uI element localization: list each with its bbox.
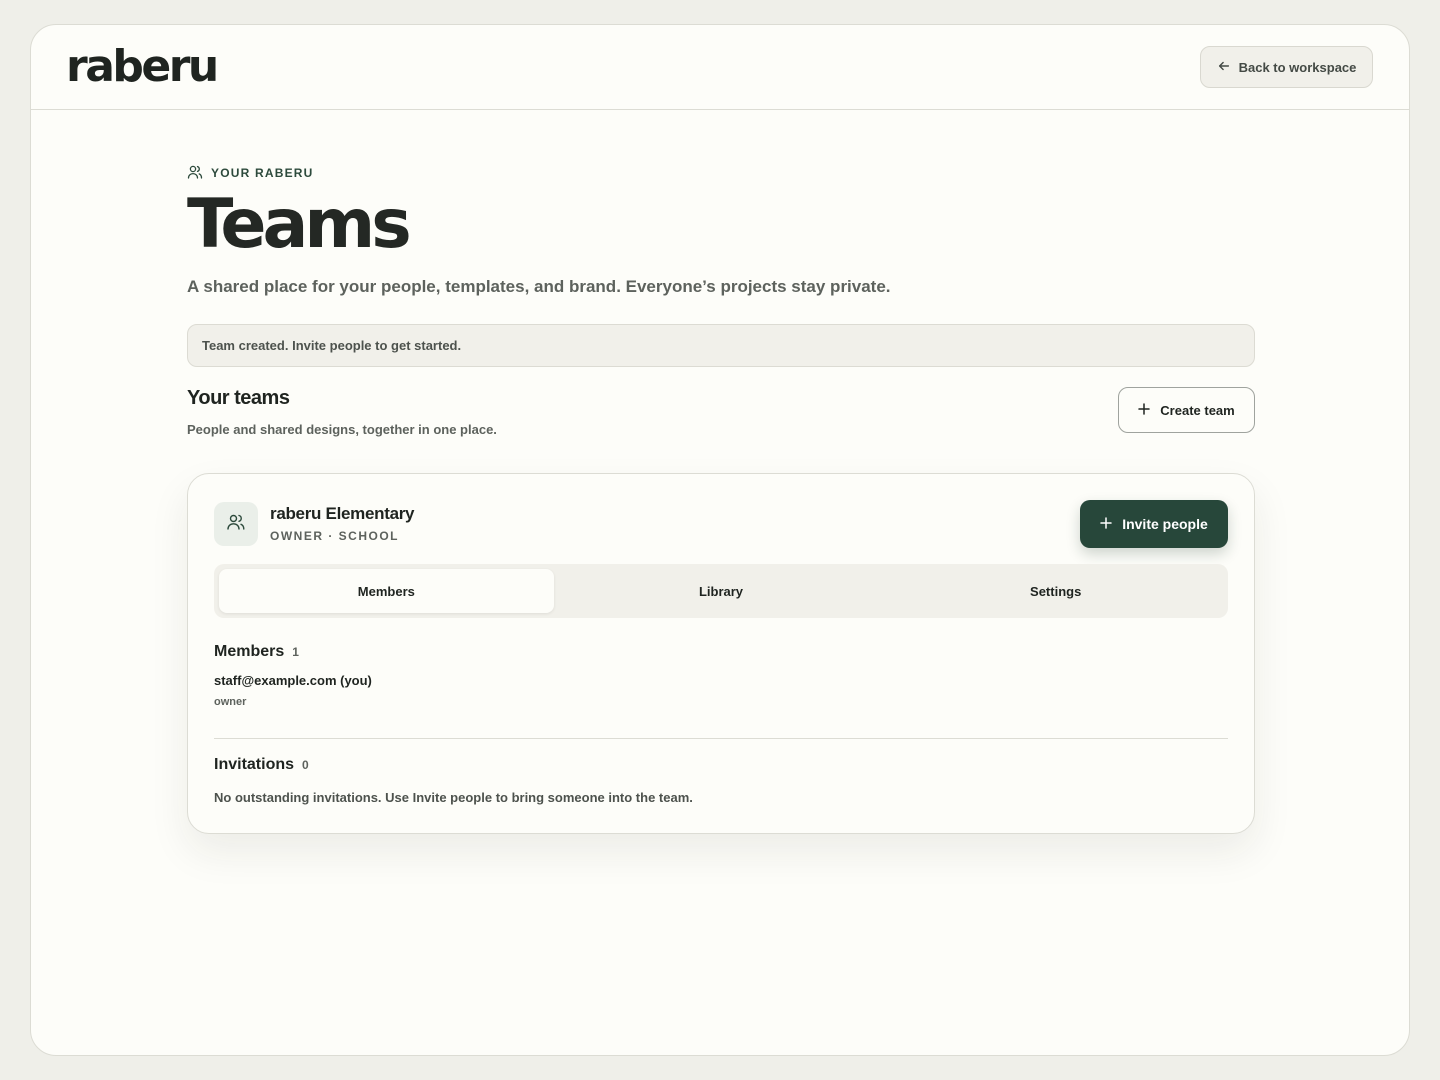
members-heading: Members 1 xyxy=(214,643,299,661)
tab-library[interactable]: Library xyxy=(554,569,889,613)
eyebrow-label: YOUR RABERU xyxy=(211,166,314,180)
invitations-count: 0 xyxy=(302,758,309,772)
top-bar: raberu Back to workspace xyxy=(31,25,1409,110)
invite-people-label: Invite people xyxy=(1122,516,1208,532)
create-team-label: Create team xyxy=(1160,402,1235,418)
team-name: raberu Elementary xyxy=(270,504,415,523)
member-email: staff@example.com (you) xyxy=(214,673,372,688)
status-notice: Team created. Invite people to get start… xyxy=(187,324,1255,367)
plus-icon xyxy=(1138,402,1151,418)
page-title: Teams xyxy=(187,185,412,264)
invitations-empty-text: No outstanding invitations. Use Invite p… xyxy=(214,790,693,805)
teams-section-title: Your teams xyxy=(187,387,290,409)
members-title: Members xyxy=(214,643,285,660)
teams-section-header: Your teams People and shared designs, to… xyxy=(187,387,1255,453)
tab-members[interactable]: Members xyxy=(219,569,554,613)
app-window: raberu Back to workspace YOUR RABERU Tea… xyxy=(30,24,1410,1056)
notice-text: Team created. Invite people to get start… xyxy=(202,338,462,353)
teams-section-subtitle: People and shared designs, together in o… xyxy=(187,422,497,437)
team-tabs: Members Library Settings xyxy=(214,564,1228,618)
member-role: owner xyxy=(214,696,247,708)
logo[interactable]: raberu xyxy=(66,41,219,92)
team-avatar xyxy=(214,502,258,546)
back-to-workspace-button[interactable]: Back to workspace xyxy=(1200,46,1373,88)
main-content: YOUR RABERU Teams A shared place for you… xyxy=(187,165,1255,834)
page-eyebrow: YOUR RABERU xyxy=(187,165,1255,181)
plus-icon xyxy=(1100,516,1112,532)
users-icon xyxy=(226,512,246,537)
team-meta: OWNER · SCHOOL xyxy=(270,529,399,543)
back-to-workspace-label: Back to workspace xyxy=(1238,59,1357,75)
create-team-button[interactable]: Create team xyxy=(1118,387,1255,433)
members-count: 1 xyxy=(292,645,299,659)
section-divider xyxy=(214,738,1228,739)
invite-people-button[interactable]: Invite people xyxy=(1080,500,1228,548)
arrow-left-icon xyxy=(1217,59,1231,76)
users-icon xyxy=(187,164,203,183)
invitations-heading: Invitations 0 xyxy=(214,756,309,774)
page-subtitle: A shared place for your people, template… xyxy=(187,277,891,296)
tab-settings[interactable]: Settings xyxy=(888,569,1223,613)
invitations-title: Invitations xyxy=(214,756,295,773)
team-card: raberu Elementary OWNER · SCHOOL Invite … xyxy=(187,473,1255,834)
